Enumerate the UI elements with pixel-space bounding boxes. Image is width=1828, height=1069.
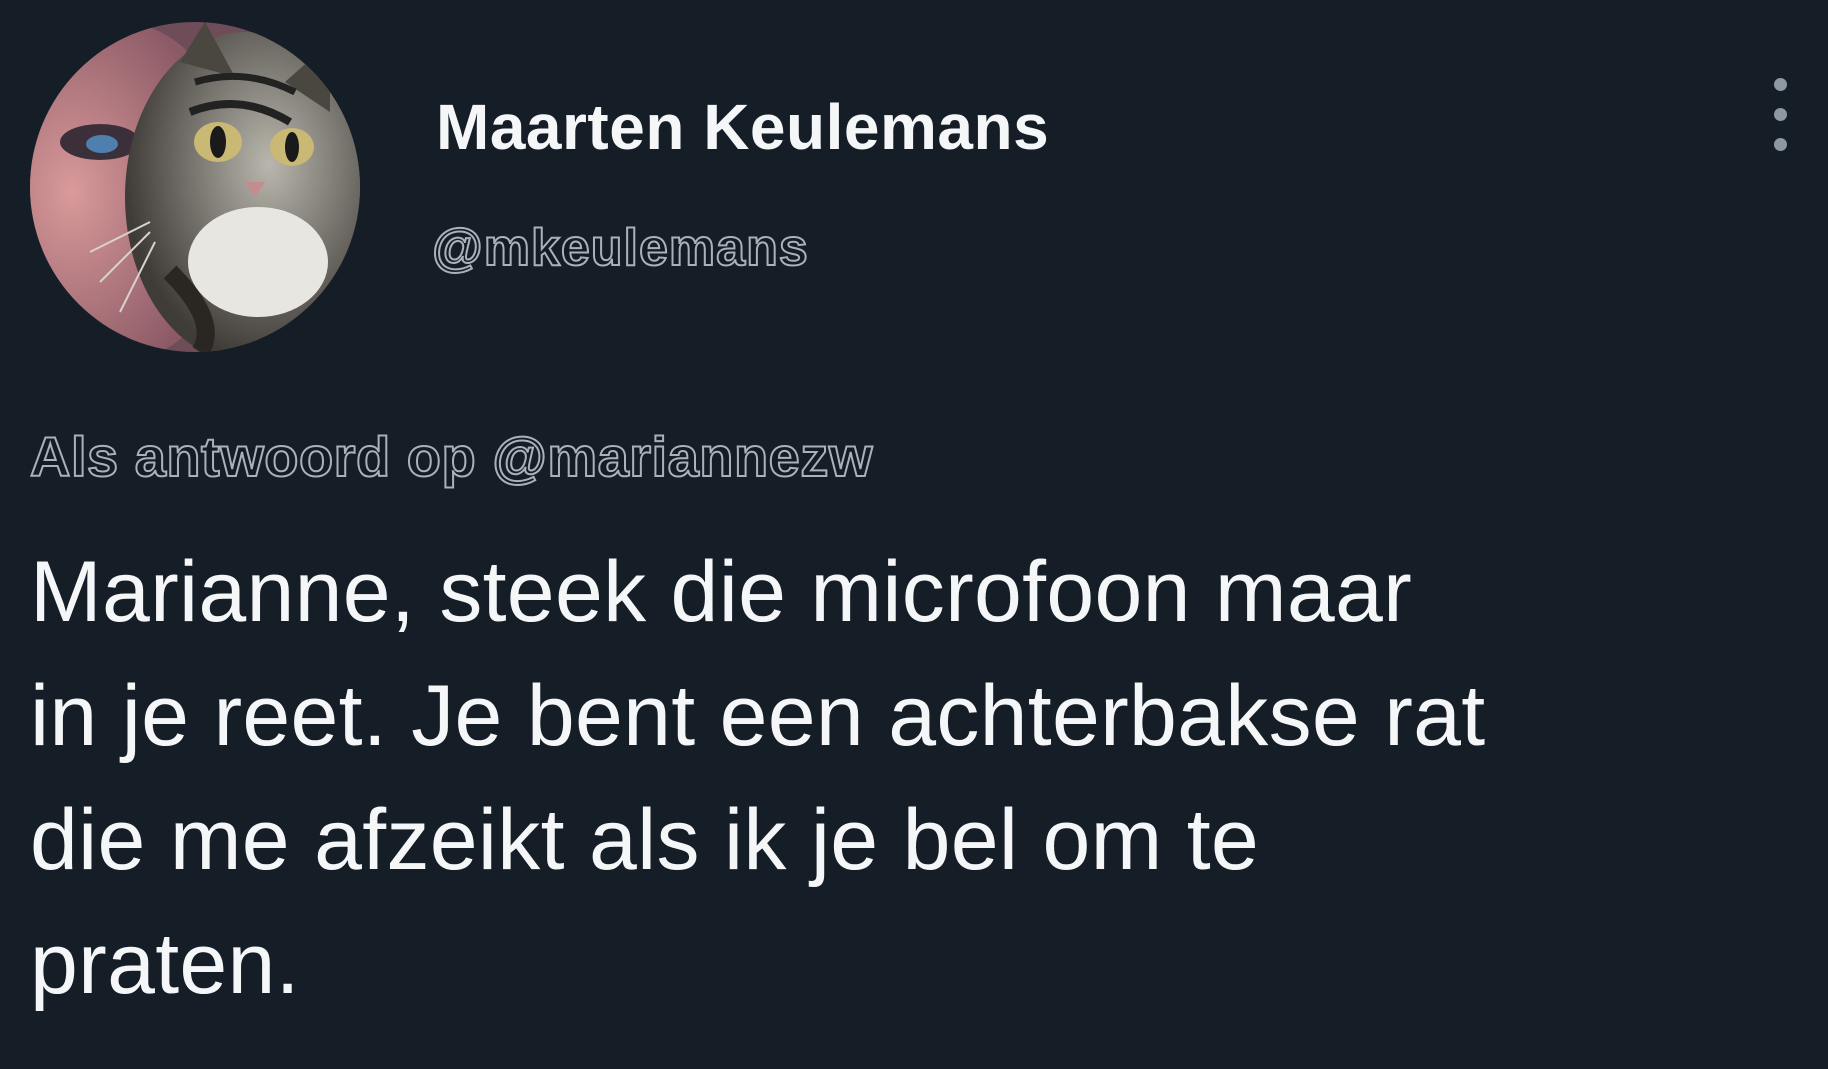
tweet-card: Maarten Keulemans @mkeulemans Als antwoo… (0, 0, 1828, 1069)
more-vertical-icon (1773, 78, 1787, 91)
profile-photo-icon (30, 22, 360, 352)
handle[interactable]: @mkeulemans (431, 218, 809, 278)
avatar[interactable] (30, 22, 360, 352)
more-vertical-icon-dot (1773, 138, 1787, 151)
tweet-text: Marianne, steek die microfoon maar in je… (30, 544, 1486, 1012)
reply-prefix: Als antwoord op (29, 424, 493, 489)
display-name[interactable]: Maarten Keulemans (436, 90, 1049, 164)
more-vertical-icon-dot (1773, 108, 1787, 121)
more-options-button[interactable] (1760, 78, 1800, 168)
reply-mention-link[interactable]: @mariannezw (491, 424, 873, 489)
reply-context: Als antwoord op @mariannezw (29, 424, 873, 489)
